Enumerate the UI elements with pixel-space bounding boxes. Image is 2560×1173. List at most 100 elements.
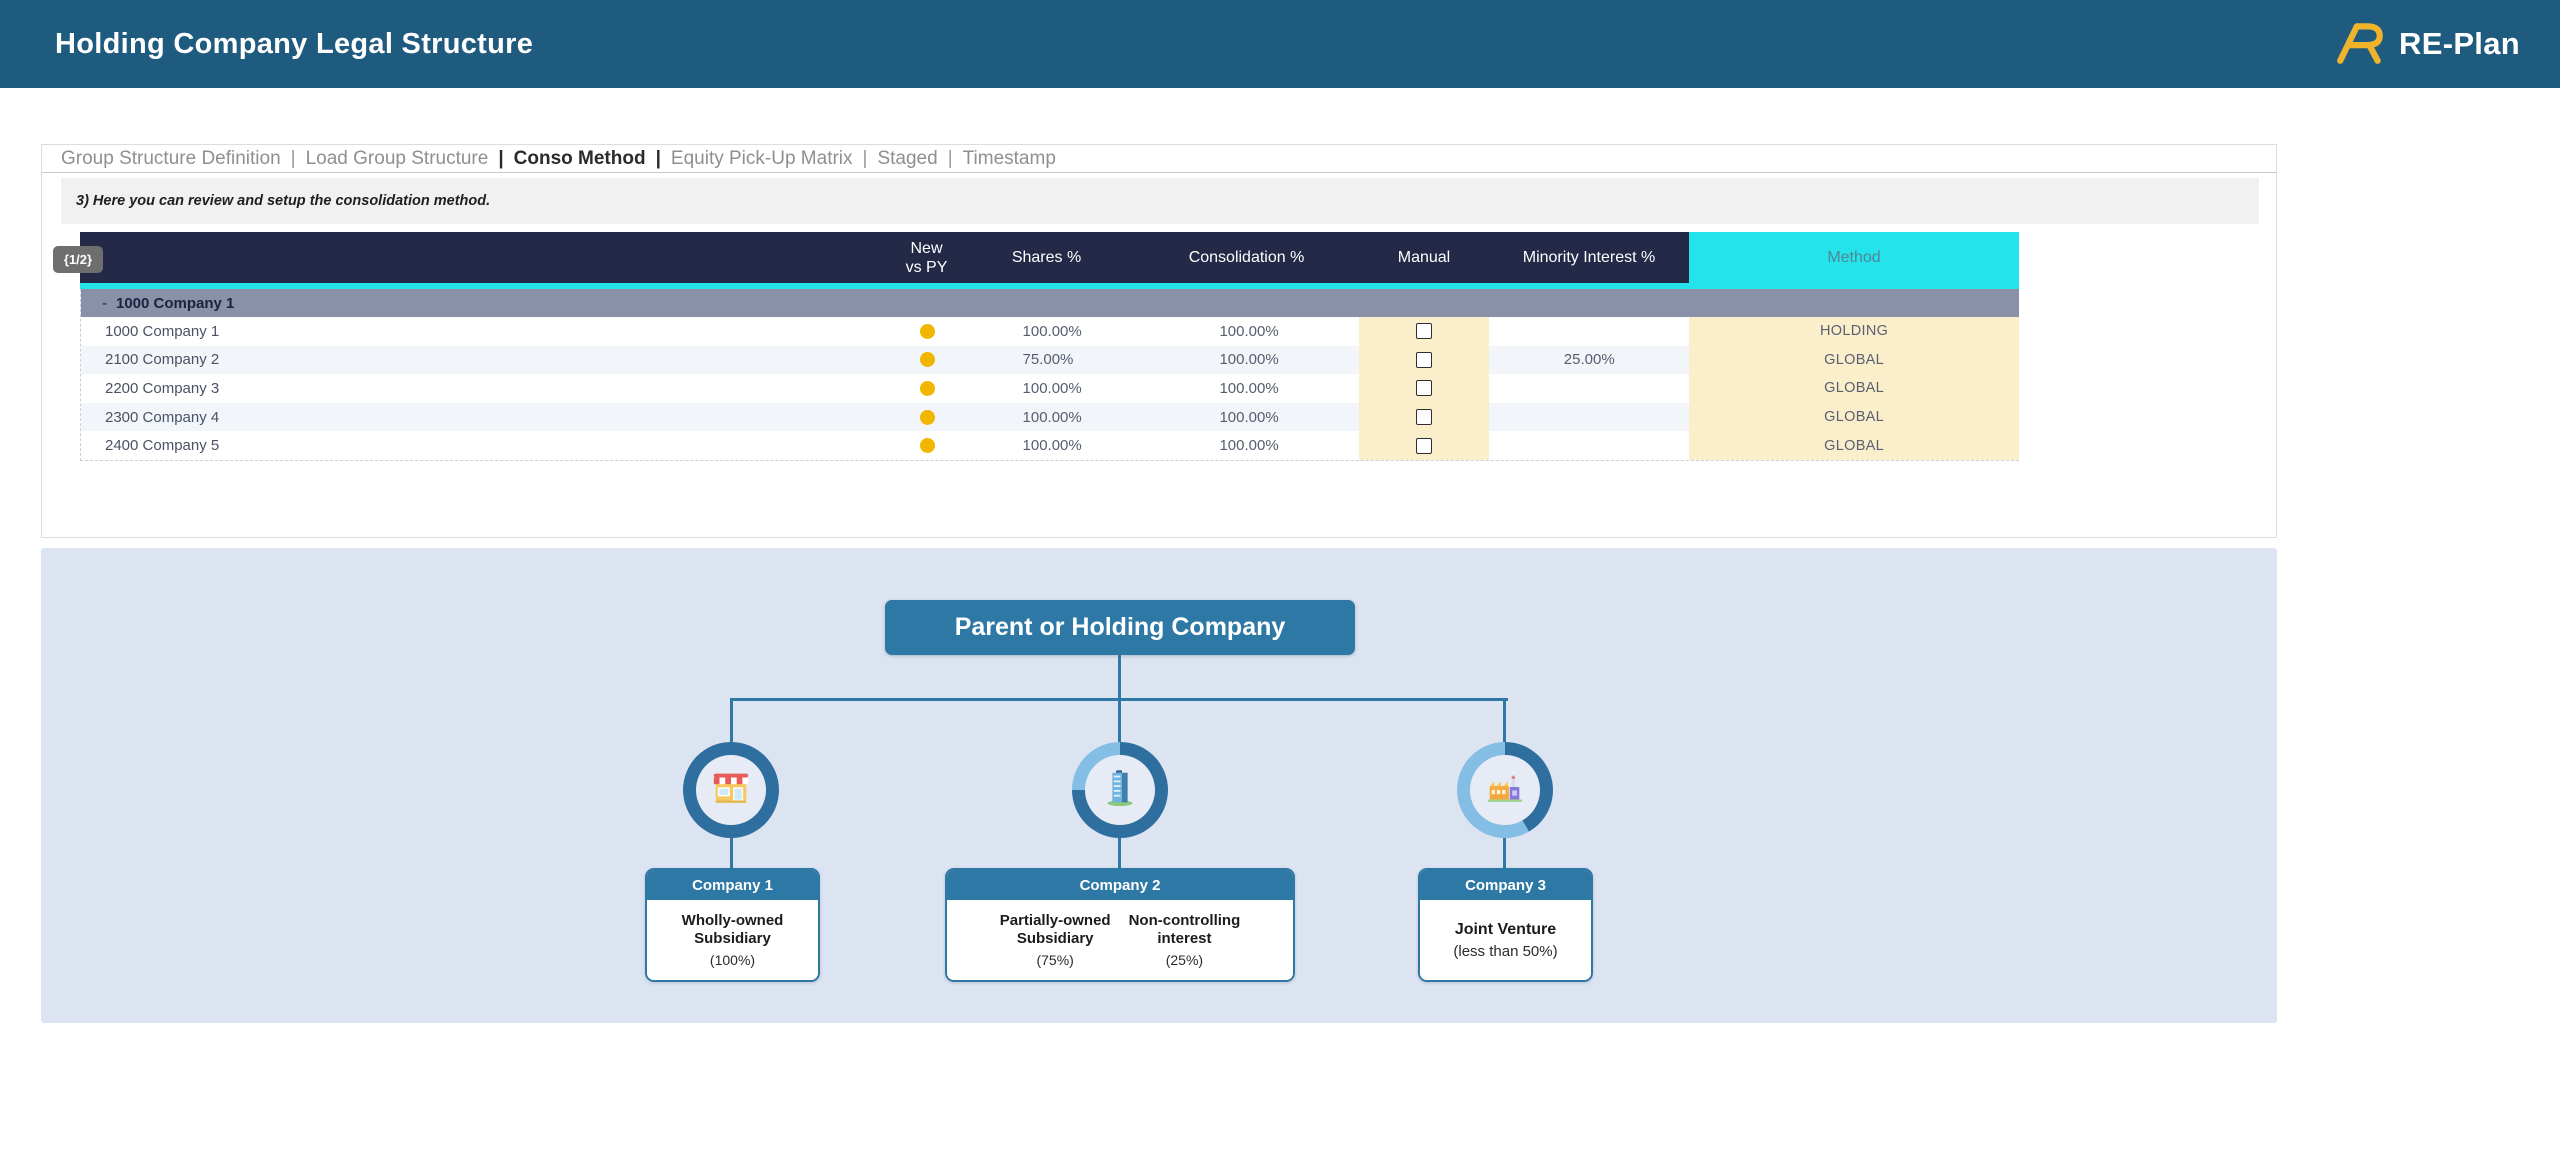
group-row-1000-company-1[interactable]: - 1000 Company 1 xyxy=(81,289,2019,317)
connector-line xyxy=(730,838,733,870)
replan-logo-icon xyxy=(2335,18,2387,71)
company-name-cell: 1000 Company 1 xyxy=(81,317,895,346)
consolidation-cell: 100.00% xyxy=(1134,403,1359,432)
company-2-card-title: Company 2 xyxy=(947,870,1293,900)
company-name-cell: 2100 Company 2 xyxy=(81,346,895,375)
consolidation-cell: 100.00% xyxy=(1134,317,1359,346)
method-cell[interactable]: GLOBAL xyxy=(1689,374,2019,403)
yellow-status-dot-icon xyxy=(920,438,935,453)
manual-checkbox[interactable] xyxy=(1416,409,1432,425)
ownership-type-label: Partially-owned Subsidiary xyxy=(1000,912,1111,948)
yellow-status-dot-icon xyxy=(920,410,935,425)
tab-separator: | xyxy=(863,148,868,170)
shares-cell: 100.00% xyxy=(960,374,1135,403)
table-row[interactable]: 2100 Company 2 75.00% 100.00% 25.00% GLO… xyxy=(81,346,2019,375)
instruction-text: 3) Here you can review and setup the con… xyxy=(76,193,490,209)
col-header-manual: Manual xyxy=(1359,232,1489,289)
manual-cell xyxy=(1359,346,1489,375)
tab-staged[interactable]: Staged xyxy=(877,148,937,170)
conso-method-panel: Group Structure Definition | Load Group … xyxy=(41,144,2277,538)
minority-interest-cell xyxy=(1489,317,1689,346)
shares-cell: 75.00% xyxy=(960,346,1135,375)
method-cell[interactable]: GLOBAL xyxy=(1689,346,2019,375)
manual-checkbox[interactable] xyxy=(1416,438,1432,454)
grid-header-row: New vs PY Shares % Consolidation % Manua… xyxy=(80,232,2019,289)
connector-line xyxy=(1503,698,1506,742)
manual-checkbox[interactable] xyxy=(1416,352,1432,368)
step-tabs: Group Structure Definition | Load Group … xyxy=(42,145,2276,173)
company-name-cell: 2300 Company 4 xyxy=(81,403,895,432)
manual-cell xyxy=(1359,317,1489,346)
ownership-ring-company-2 xyxy=(1072,742,1168,838)
instruction-band: 3) Here you can review and setup the con… xyxy=(61,178,2259,224)
group-row-label: 1000 Company 1 xyxy=(116,295,234,312)
tab-timestamp[interactable]: Timestamp xyxy=(963,148,1056,170)
table-row[interactable]: 2400 Company 5 100.00% 100.00% GLOBAL xyxy=(81,431,2019,460)
collapse-toggle-icon[interactable]: - xyxy=(102,295,107,312)
manual-checkbox[interactable] xyxy=(1416,323,1432,339)
connector-line xyxy=(730,698,733,742)
top-app-bar: Holding Company Legal Structure RE-Plan xyxy=(0,0,2560,88)
minority-interest-cell xyxy=(1489,374,1689,403)
ownership-percent-label: (less than 50%) xyxy=(1453,943,1557,960)
connector-line xyxy=(1118,698,1121,742)
company-name-cell: 2200 Company 3 xyxy=(81,374,895,403)
col-header-company xyxy=(80,232,894,289)
store-icon xyxy=(710,768,752,813)
company-2-card: Company 2 Partially-owned Subsidiary (75… xyxy=(945,868,1295,982)
manual-cell xyxy=(1359,403,1489,432)
yellow-status-dot-icon xyxy=(920,381,935,396)
method-cell[interactable]: GLOBAL xyxy=(1689,431,2019,460)
table-row[interactable]: 1000 Company 1 100.00% 100.00% HOLDING xyxy=(81,317,2019,346)
page-title: Holding Company Legal Structure xyxy=(55,28,533,61)
shares-cell: 100.00% xyxy=(960,403,1135,432)
parent-company-node: Parent or Holding Company xyxy=(885,600,1355,655)
table-row[interactable]: 2300 Company 4 100.00% 100.00% GLOBAL xyxy=(81,403,2019,432)
new-vs-py-cell xyxy=(895,317,960,346)
company-3-card: Company 3 Joint Venture (less than 50%) xyxy=(1418,868,1593,982)
office-building-icon xyxy=(1099,768,1141,813)
tab-group-structure-definition[interactable]: Group Structure Definition xyxy=(61,148,281,170)
minority-interest-cell: 25.00% xyxy=(1489,346,1689,375)
minority-interest-cell xyxy=(1489,403,1689,432)
consolidation-cell: 100.00% xyxy=(1134,374,1359,403)
manual-cell xyxy=(1359,431,1489,460)
company-name-cell: 2400 Company 5 xyxy=(81,431,895,460)
col-header-shares: Shares % xyxy=(959,232,1134,289)
col-header-consolidation: Consolidation % xyxy=(1134,232,1359,289)
connector-line xyxy=(1118,838,1121,870)
tab-equity-pick-up-matrix[interactable]: Equity Pick-Up Matrix xyxy=(671,148,853,170)
app-window: Holding Company Legal Structure RE-Plan … xyxy=(0,0,2560,1173)
tab-load-group-structure[interactable]: Load Group Structure xyxy=(306,148,489,170)
col-header-new-vs-py: New vs PY xyxy=(894,232,959,289)
method-cell[interactable]: GLOBAL xyxy=(1689,403,2019,432)
conso-method-grid: New vs PY Shares % Consolidation % Manua… xyxy=(80,232,2019,461)
col-header-minority-interest: Minority Interest % xyxy=(1489,232,1689,289)
tab-separator: | xyxy=(498,148,503,170)
legal-structure-diagram: Parent or Holding Company xyxy=(41,548,2277,1023)
new-vs-py-cell xyxy=(895,403,960,432)
tab-separator: | xyxy=(291,148,296,170)
tab-conso-method[interactable]: Conso Method xyxy=(514,148,646,170)
new-vs-py-cell xyxy=(895,431,960,460)
company-1-card: Company 1 Wholly-owned Subsidiary (100%) xyxy=(645,868,820,982)
new-vs-py-cell xyxy=(895,374,960,403)
table-row[interactable]: 2200 Company 3 100.00% 100.00% GLOBAL xyxy=(81,374,2019,403)
manual-checkbox[interactable] xyxy=(1416,380,1432,396)
consolidation-cell: 100.00% xyxy=(1134,346,1359,375)
tab-separator: | xyxy=(948,148,953,170)
tab-separator: | xyxy=(656,148,661,170)
ownership-type-label: Joint Venture xyxy=(1453,921,1557,939)
ownership-percent-label: (25%) xyxy=(1129,952,1241,968)
company-1-card-title: Company 1 xyxy=(647,870,818,900)
company-3-card-title: Company 3 xyxy=(1420,870,1591,900)
ownership-percent-label: (100%) xyxy=(682,952,784,968)
grid-body: - 1000 Company 1 1000 Company 1 100.00% … xyxy=(80,289,2019,461)
manual-cell xyxy=(1359,374,1489,403)
ownership-percent-label: (75%) xyxy=(1000,952,1111,968)
pager-badge: {1/2} xyxy=(53,246,103,273)
factory-icon xyxy=(1484,768,1526,813)
method-cell[interactable]: HOLDING xyxy=(1689,317,2019,346)
col-header-method: Method xyxy=(1689,232,2019,289)
yellow-status-dot-icon xyxy=(920,324,935,339)
